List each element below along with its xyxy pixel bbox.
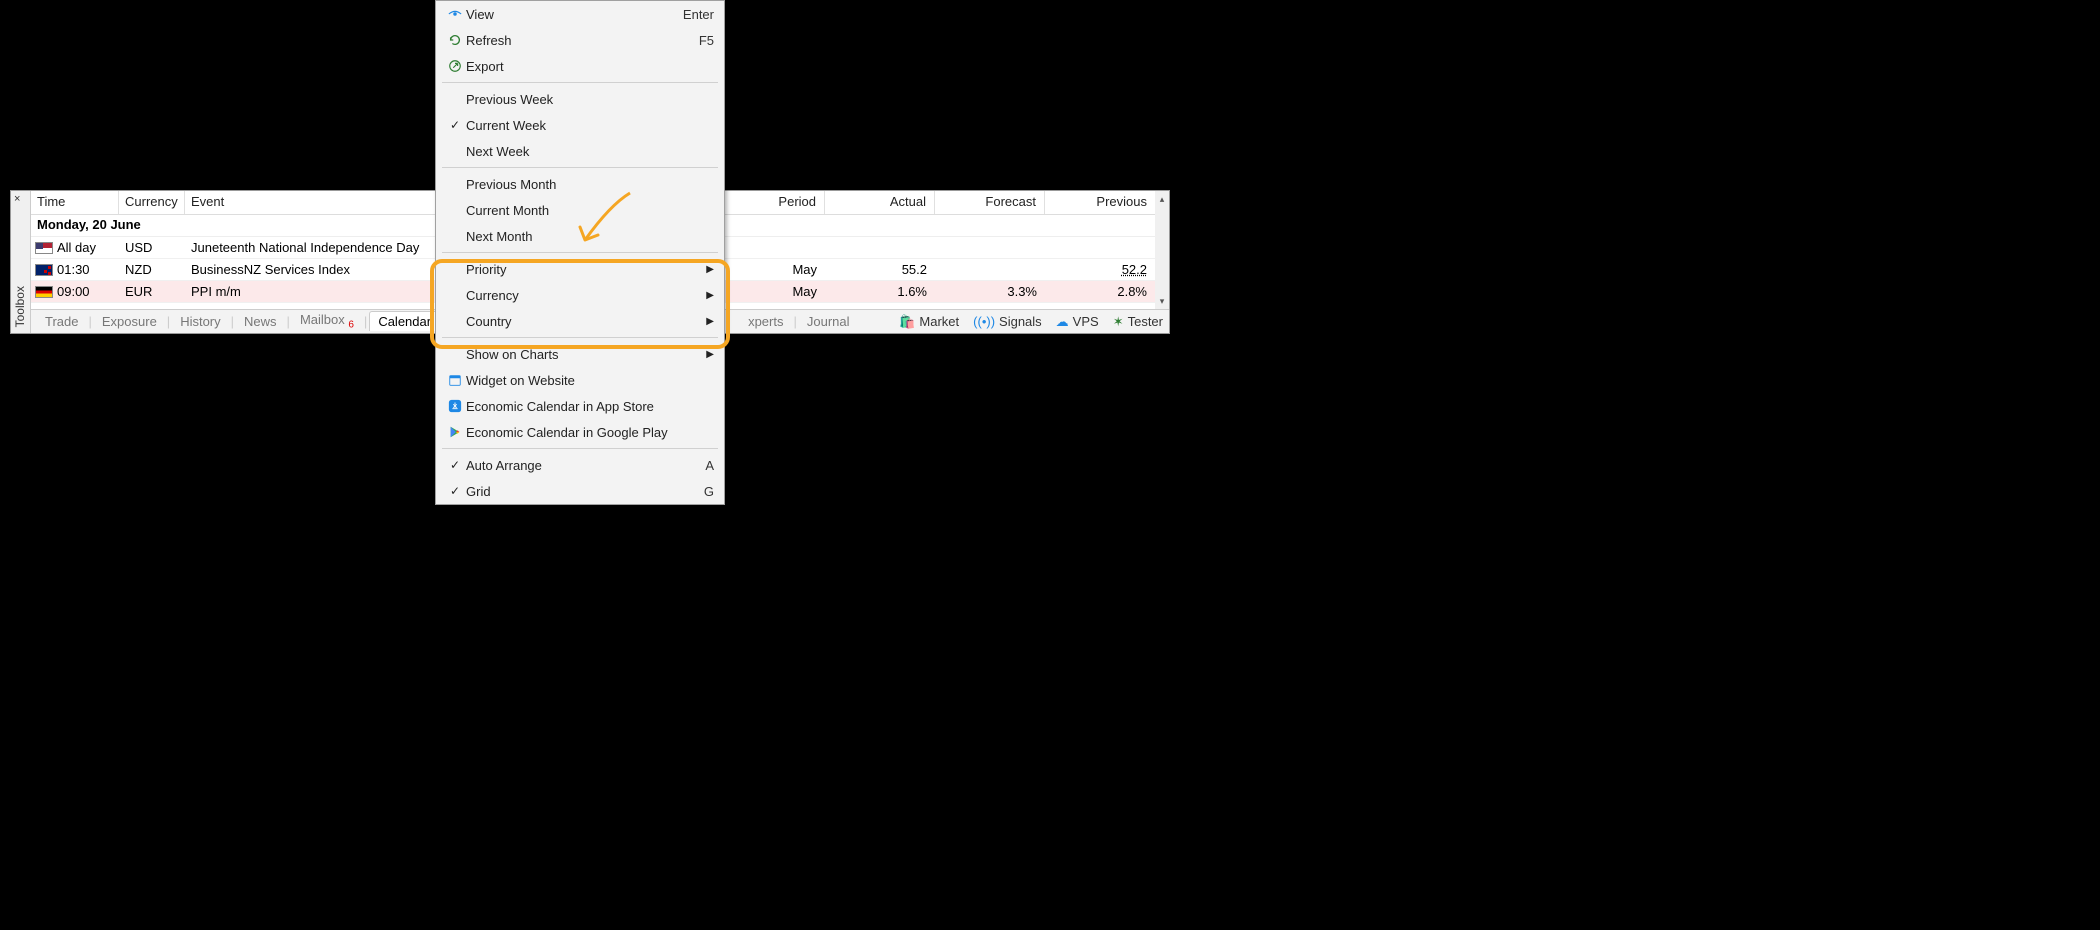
- menu-current-week[interactable]: Current Week: [436, 112, 724, 138]
- toolbox-label: Toolbox: [13, 286, 27, 327]
- flag-icon: [35, 286, 53, 298]
- export-icon: [444, 59, 466, 73]
- context-menu: View Enter Refresh F5 Export Previous We…: [435, 0, 725, 505]
- chevron-right-icon: ▶: [706, 316, 714, 327]
- scroll-down-icon[interactable]: ▾: [1155, 293, 1169, 309]
- check-icon: [444, 458, 466, 472]
- col-forecast[interactable]: Forecast: [935, 191, 1045, 214]
- vps-link[interactable]: ☁VPS: [1056, 314, 1099, 330]
- appstore-icon: [444, 399, 466, 413]
- gear-icon: ✶: [1113, 314, 1124, 330]
- calendar-icon: [444, 373, 466, 387]
- col-previous[interactable]: Previous: [1045, 191, 1155, 214]
- menu-view[interactable]: View Enter: [436, 1, 724, 27]
- tab-mailbox[interactable]: Mailbox 6: [292, 310, 362, 333]
- tab-experts[interactable]: xperts: [740, 312, 791, 331]
- tabbar-right: 🛍️Market ((•))Signals ☁VPS ✶Tester: [899, 314, 1163, 330]
- eye-icon: [444, 7, 466, 21]
- menu-separator: [442, 448, 718, 449]
- flag-icon: [35, 242, 53, 254]
- menu-grid[interactable]: GridG: [436, 478, 724, 504]
- menu-show-on-charts[interactable]: Show on Charts▶: [436, 341, 724, 367]
- menu-country[interactable]: Country▶: [436, 308, 724, 334]
- cell-period: May: [715, 284, 825, 299]
- cell-time: 01:30: [57, 262, 90, 277]
- tab-journal[interactable]: Journal: [799, 312, 858, 331]
- menu-widget[interactable]: Widget on Website: [436, 367, 724, 393]
- tab-history[interactable]: History: [172, 312, 228, 331]
- cell-period: May: [715, 262, 825, 277]
- cell-currency: EUR: [119, 284, 185, 299]
- menu-separator: [442, 252, 718, 253]
- menu-googleplay[interactable]: Economic Calendar in Google Play: [436, 419, 724, 445]
- bag-icon: 🛍️: [899, 314, 915, 330]
- flag-icon: [35, 264, 53, 276]
- cell-currency: USD: [119, 240, 185, 255]
- scroll-up-icon[interactable]: ▴: [1155, 191, 1169, 207]
- menu-next-month[interactable]: Next Month: [436, 223, 724, 249]
- tab-news[interactable]: News: [236, 312, 285, 331]
- signals-icon: ((•)): [973, 314, 995, 329]
- col-period[interactable]: Period: [715, 191, 825, 214]
- googleplay-icon: [444, 425, 466, 439]
- toolbox-sidebar: × Toolbox: [11, 191, 31, 333]
- cell-time: All day: [57, 240, 96, 255]
- tester-link[interactable]: ✶Tester: [1113, 314, 1163, 330]
- market-link[interactable]: 🛍️Market: [899, 314, 959, 330]
- menu-refresh[interactable]: Refresh F5: [436, 27, 724, 53]
- menu-prev-month[interactable]: Previous Month: [436, 171, 724, 197]
- cell-previous: 2.8%: [1045, 284, 1155, 299]
- menu-prev-week[interactable]: Previous Week: [436, 86, 724, 112]
- mailbox-count: 6: [348, 320, 354, 331]
- col-currency[interactable]: Currency: [119, 191, 185, 214]
- col-time[interactable]: Time: [31, 191, 119, 214]
- cell-currency: NZD: [119, 262, 185, 277]
- signals-link[interactable]: ((•))Signals: [973, 314, 1042, 329]
- chevron-right-icon: ▶: [706, 349, 714, 360]
- menu-export[interactable]: Export: [436, 53, 724, 79]
- cell-actual: 55.2: [825, 262, 935, 277]
- tab-calendar[interactable]: Calendar: [369, 311, 440, 331]
- cell-actual: 1.6%: [825, 284, 935, 299]
- cell-forecast: 3.3%: [935, 284, 1045, 299]
- chevron-right-icon: ▶: [706, 290, 714, 301]
- check-icon: [444, 118, 466, 132]
- cell-previous: 52.2: [1045, 262, 1155, 277]
- menu-current-month[interactable]: Current Month: [436, 197, 724, 223]
- menu-separator: [442, 82, 718, 83]
- col-actual[interactable]: Actual: [825, 191, 935, 214]
- menu-next-week[interactable]: Next Week: [436, 138, 724, 164]
- menu-auto-arrange[interactable]: Auto ArrangeA: [436, 452, 724, 478]
- close-icon[interactable]: ×: [14, 193, 20, 205]
- refresh-icon: [444, 33, 466, 47]
- menu-priority[interactable]: Priority▶: [436, 256, 724, 282]
- check-icon: [444, 484, 466, 498]
- chevron-right-icon: ▶: [706, 264, 714, 275]
- menu-separator: [442, 337, 718, 338]
- tab-trade[interactable]: Trade: [37, 312, 86, 331]
- menu-appstore[interactable]: Economic Calendar in App Store: [436, 393, 724, 419]
- cloud-icon: ☁: [1056, 314, 1069, 330]
- tab-exposure[interactable]: Exposure: [94, 312, 165, 331]
- menu-currency[interactable]: Currency▶: [436, 282, 724, 308]
- cell-time: 09:00: [57, 284, 90, 299]
- menu-separator: [442, 167, 718, 168]
